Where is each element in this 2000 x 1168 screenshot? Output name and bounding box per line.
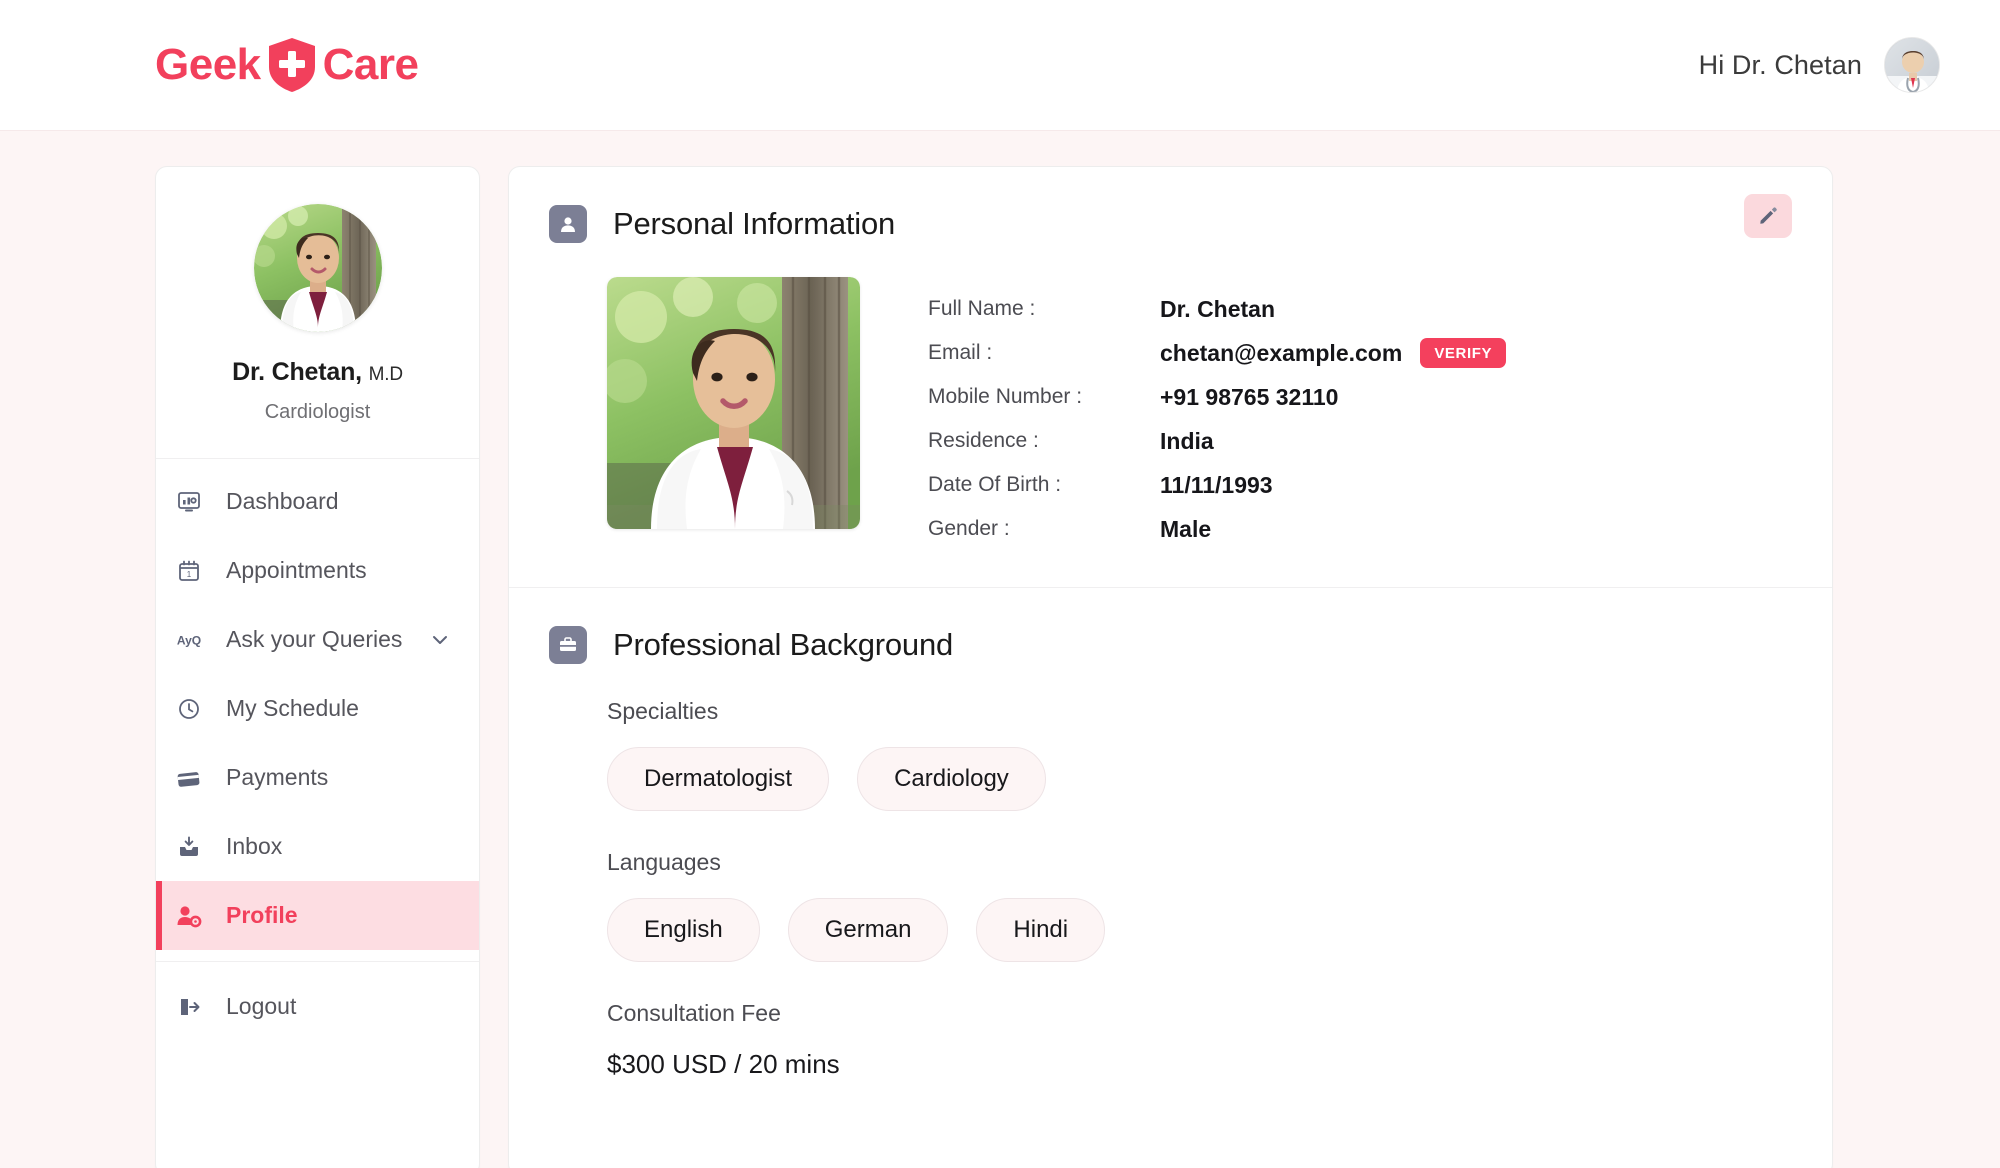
consultation-fee-value: $300 USD / 20 mins	[607, 1049, 840, 1079]
info-label: Full Name :	[928, 297, 1036, 320]
brand-logo[interactable]: Geek Care	[155, 37, 419, 93]
specialty-chip[interactable]: Dermatologist	[607, 747, 830, 811]
info-value: 11/11/1993	[1160, 472, 1273, 499]
specialty-chip[interactable]: Cardiology	[857, 747, 1046, 811]
info-value: Dr. Chetan	[1160, 296, 1275, 323]
user-avatar-photo[interactable]	[1884, 37, 1940, 93]
sidebar-item-profile[interactable]: Profile	[156, 881, 479, 950]
info-label: Email :	[928, 341, 993, 364]
sidebar-item-label: My Schedule	[226, 695, 359, 721]
sidebar-item-label: Payments	[226, 764, 329, 790]
user-gear-icon	[176, 903, 202, 929]
doctor-photo	[253, 204, 382, 332]
sidebar-item-dashboard[interactable]: Dashboard	[156, 467, 479, 536]
svg-text:1: 1	[187, 570, 192, 579]
sidebar-item-label: Ask your Queries	[226, 626, 403, 652]
doctor-name-text: Dr. Chetan,	[232, 358, 362, 386]
briefcase-icon	[549, 626, 587, 664]
sidebar-item-appointments[interactable]: 1 Appointments	[156, 536, 479, 605]
info-row: Email : chetan@example.com VERIFY	[928, 331, 1507, 375]
section-title: Professional Background	[613, 627, 954, 662]
inbox-icon	[176, 834, 202, 860]
personal-information-section: Personal Information Full Name: Dr. Che…	[509, 167, 1832, 588]
language-chip[interactable]: German	[787, 898, 949, 962]
specialties-label: Specialties	[607, 698, 719, 724]
page-title: Personal Information	[613, 206, 896, 241]
edit-profile-button[interactable]	[1744, 194, 1792, 238]
greeting-text: Hi Dr. Chetan	[1698, 49, 1862, 80]
sidebar-item-inbox[interactable]: Inbox	[156, 812, 479, 881]
sidebar-footer: Logout	[156, 962, 479, 1041]
credit-card-icon	[176, 765, 202, 791]
page-content: Dr. Chetan, M.D Cardiologist Dashboard 1	[0, 131, 2000, 1168]
brand-name-left: Geek	[155, 40, 261, 89]
ayq-icon: AyQ	[176, 627, 202, 653]
personal-info-body: Full Name : Dr. Chetan Email : chetan@ex…	[549, 277, 1784, 551]
personal-info-table: Full Name : Dr. Chetan Email : chetan@ex…	[928, 277, 1507, 551]
section-header: Personal Information	[549, 205, 1784, 243]
info-label: Mobile Number :	[928, 385, 1083, 408]
sidebar-item-label: Logout	[226, 993, 297, 1019]
sidebar-doctor-name: Dr. Chetan, M.D	[156, 358, 479, 387]
verify-email-button[interactable]: VERIFY	[1420, 338, 1507, 368]
info-value-text: 11/11/1993	[1160, 471, 1273, 498]
info-value-text: Male	[1160, 515, 1212, 542]
info-value: chetan@example.com VERIFY	[1160, 338, 1507, 368]
info-row: Mobile Number : +91 98765 32110	[928, 375, 1506, 419]
svg-text:AyQ: AyQ	[177, 633, 201, 647]
sidebar-doctor-specialty: Cardiologist	[264, 401, 371, 423]
shield-plus-icon	[267, 37, 317, 93]
dashboard-icon	[176, 489, 202, 515]
doctor-photo	[607, 277, 860, 529]
info-label: Residence :	[928, 429, 1039, 452]
info-value: Male	[1160, 516, 1211, 543]
info-label: Date Of Birth :	[928, 473, 1062, 496]
person-badge-icon	[549, 205, 587, 243]
calendar-icon: 1	[176, 558, 202, 584]
specialties-chip-row: Dermatologist Cardiology	[607, 747, 1784, 811]
info-value-text: chetan@example.com	[1160, 339, 1403, 366]
info-row: Full Name : Dr. Chetan	[928, 287, 1506, 331]
language-chip[interactable]: Hindi	[976, 898, 1106, 962]
clock-icon	[176, 696, 202, 722]
sidebar-item-label: Profile	[226, 902, 298, 928]
languages-chip-row: English German Hindi	[607, 898, 1784, 962]
info-value-text: India	[1160, 427, 1214, 454]
user-menu[interactable]: Hi Dr. Chetan	[1699, 37, 1940, 93]
info-value: India	[1160, 428, 1214, 455]
section-header: Professional Background	[549, 626, 1784, 664]
sidebar-profile-card: Dr. Chetan, M.D Cardiologist	[156, 167, 479, 459]
info-value-text: +91 98765 32110	[1160, 383, 1339, 410]
sidebar-item-payments[interactable]: Payments	[156, 743, 479, 812]
info-label: Gender :	[928, 517, 1010, 540]
sidebar: Dr. Chetan, M.D Cardiologist Dashboard 1	[155, 166, 480, 1168]
brand-name-right: Care	[322, 40, 419, 89]
language-chip[interactable]: English	[607, 898, 760, 962]
info-row: Gender : Male	[928, 507, 1506, 551]
sidebar-item-label: Dashboard	[226, 488, 339, 514]
profile-page: Geek Care Hi Dr. Chetan Dr. Chetan, M.D …	[0, 0, 2000, 1168]
main-panel: Personal Information Full Name: Dr. Che…	[508, 166, 1833, 1168]
info-value-text: Dr. Chetan	[1160, 295, 1276, 322]
doctor-name-suffix: M.D	[368, 364, 403, 385]
pencil-icon	[1757, 205, 1779, 227]
top-header: Geek Care Hi Dr. Chetan	[0, 0, 2000, 131]
sidebar-item-label: Inbox	[226, 833, 283, 859]
consultation-fee-label: Consultation Fee	[607, 1000, 781, 1026]
info-row: Residence : India	[928, 419, 1506, 463]
sidebar-item-logout[interactable]: Logout	[156, 972, 479, 1041]
sidebar-nav: Dashboard 1 Appointments AyQ Ask your Qu…	[156, 459, 479, 1041]
logout-icon	[176, 994, 202, 1020]
professional-background-section: Professional Background Specialties Derm…	[509, 588, 1832, 1088]
sidebar-item-ask-your-queries[interactable]: AyQ Ask your Queries	[156, 605, 479, 674]
info-row: Date Of Birth : 11/11/1993	[928, 463, 1506, 507]
chevron-down-icon[interactable]	[429, 629, 451, 651]
sidebar-item-label: Appointments	[226, 557, 367, 583]
sidebar-item-my-schedule[interactable]: My Schedule	[156, 674, 479, 743]
languages-label: Languages	[607, 849, 721, 875]
info-value: +91 98765 32110	[1160, 384, 1338, 411]
